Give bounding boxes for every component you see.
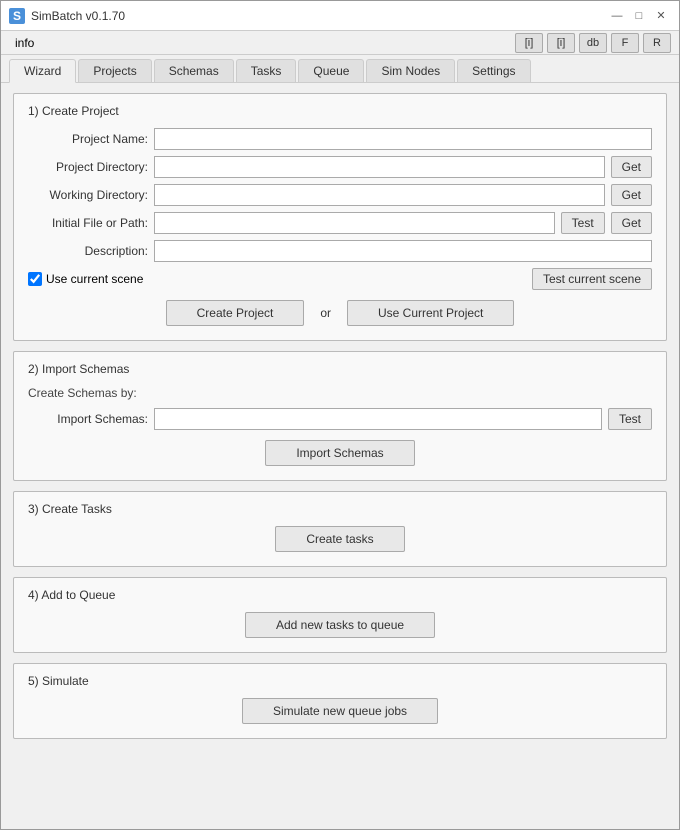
simulate-button[interactable]: Simulate new queue jobs — [242, 698, 438, 724]
use-current-scene-label: Use current scene — [46, 272, 143, 286]
project-directory-get-button[interactable]: Get — [611, 156, 652, 178]
maximize-button[interactable]: □ — [629, 6, 649, 26]
tab-wizard[interactable]: Wizard — [9, 59, 76, 83]
checkbox-left: Use current scene — [28, 272, 143, 286]
working-directory-get-button[interactable]: Get — [611, 184, 652, 206]
tab-bar: Wizard Projects Schemas Tasks Queue Sim … — [1, 55, 679, 83]
tab-projects[interactable]: Projects — [78, 59, 151, 82]
import-schemas-action-row: Import Schemas — [28, 440, 652, 466]
add-to-queue-button[interactable]: Add new tasks to queue — [245, 612, 435, 638]
menu-btn-r[interactable]: R — [643, 33, 671, 53]
simulate-action-row: Simulate new queue jobs — [28, 698, 652, 724]
add-to-queue-action-row: Add new tasks to queue — [28, 612, 652, 638]
checkbox-row: Use current scene Test current scene — [28, 268, 652, 290]
import-schemas-test-button[interactable]: Test — [608, 408, 652, 430]
tab-sim-nodes[interactable]: Sim Nodes — [366, 59, 455, 82]
tab-settings[interactable]: Settings — [457, 59, 530, 82]
section-import-schemas-title: 2) Import Schemas — [28, 362, 652, 376]
window-title: SimBatch v0.1.70 — [31, 9, 125, 23]
tab-schemas[interactable]: Schemas — [154, 59, 234, 82]
section-add-to-queue: 4) Add to Queue Add new tasks to queue — [13, 577, 667, 653]
title-bar-left: S SimBatch v0.1.70 — [9, 8, 125, 24]
section-create-project: 1) Create Project Project Name: Project … — [13, 93, 667, 341]
main-window: S SimBatch v0.1.70 — □ ✕ info [i] [i] db… — [0, 0, 680, 830]
create-tasks-action-row: Create tasks — [28, 526, 652, 552]
import-schemas-label: Import Schemas: — [28, 412, 148, 426]
section-create-tasks-title: 3) Create Tasks — [28, 502, 652, 516]
initial-file-get-button[interactable]: Get — [611, 212, 652, 234]
import-schemas-button[interactable]: Import Schemas — [265, 440, 414, 466]
working-directory-row: Working Directory: Get — [28, 184, 652, 206]
tab-tasks[interactable]: Tasks — [236, 59, 297, 82]
import-schemas-sub-label: Create Schemas by: — [28, 386, 652, 400]
tab-queue[interactable]: Queue — [298, 59, 364, 82]
working-directory-label: Working Directory: — [28, 188, 148, 202]
section-simulate: 5) Simulate Simulate new queue jobs — [13, 663, 667, 739]
use-current-project-button[interactable]: Use Current Project — [347, 300, 514, 326]
close-button[interactable]: ✕ — [651, 6, 671, 26]
app-icon: S — [9, 8, 25, 24]
description-label: Description: — [28, 244, 148, 258]
use-current-scene-checkbox[interactable] — [28, 272, 42, 286]
test-current-scene-button[interactable]: Test current scene — [532, 268, 652, 290]
menu-bar: info [i] [i] db F R — [1, 31, 679, 55]
initial-file-test-button[interactable]: Test — [561, 212, 605, 234]
section-import-schemas: 2) Import Schemas Create Schemas by: Imp… — [13, 351, 667, 481]
initial-file-row: Initial File or Path: Test Get — [28, 212, 652, 234]
project-name-row: Project Name: — [28, 128, 652, 150]
menu-left: info — [9, 34, 40, 52]
menu-right: [i] [i] db F R — [515, 33, 671, 53]
section-create-project-title: 1) Create Project — [28, 104, 652, 118]
description-row: Description: — [28, 240, 652, 262]
minimize-button[interactable]: — — [607, 6, 627, 26]
section-add-to-queue-title: 4) Add to Queue — [28, 588, 652, 602]
project-name-label: Project Name: — [28, 132, 148, 146]
menu-btn-f[interactable]: F — [611, 33, 639, 53]
description-input[interactable] — [154, 240, 652, 262]
title-bar: S SimBatch v0.1.70 — □ ✕ — [1, 1, 679, 31]
initial-file-input[interactable] — [154, 212, 555, 234]
import-schemas-row: Import Schemas: Test — [28, 408, 652, 430]
section-simulate-title: 5) Simulate — [28, 674, 652, 688]
create-project-action-row: Create Project or Use Current Project — [28, 300, 652, 326]
menu-btn-db[interactable]: db — [579, 33, 607, 53]
section-create-tasks: 3) Create Tasks Create tasks — [13, 491, 667, 567]
title-controls: — □ ✕ — [607, 6, 671, 26]
initial-file-label: Initial File or Path: — [28, 216, 148, 230]
content-area: 1) Create Project Project Name: Project … — [1, 83, 679, 829]
or-text: or — [320, 306, 331, 320]
menu-info[interactable]: info — [9, 34, 40, 52]
project-directory-input[interactable] — [154, 156, 605, 178]
menu-btn-i2[interactable]: [i] — [547, 33, 575, 53]
project-directory-row: Project Directory: Get — [28, 156, 652, 178]
create-tasks-button[interactable]: Create tasks — [275, 526, 404, 552]
create-project-button[interactable]: Create Project — [166, 300, 305, 326]
working-directory-input[interactable] — [154, 184, 605, 206]
import-schemas-input[interactable] — [154, 408, 602, 430]
menu-btn-i1[interactable]: [i] — [515, 33, 543, 53]
project-name-input[interactable] — [154, 128, 652, 150]
project-directory-label: Project Directory: — [28, 160, 148, 174]
